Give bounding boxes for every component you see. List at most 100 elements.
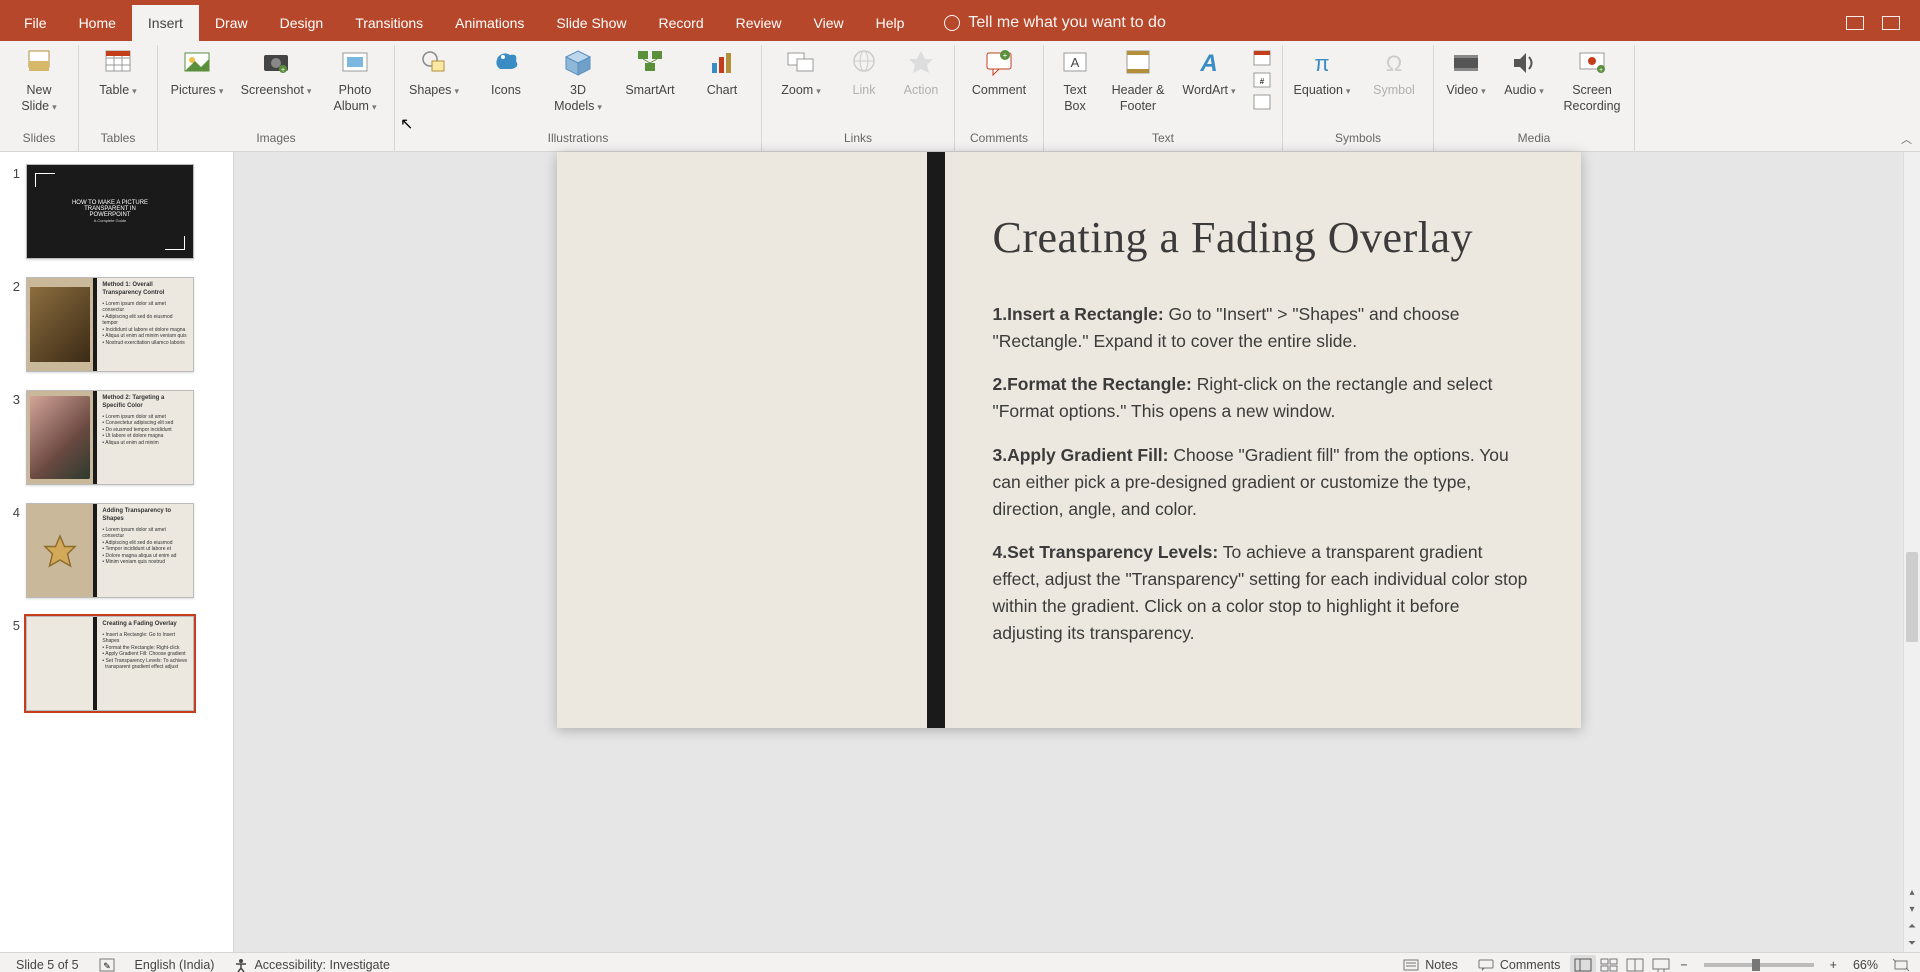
group-slides-label: Slides [23, 129, 56, 149]
zoom-slider-knob[interactable] [1752, 959, 1760, 971]
scrollbar-thumb[interactable] [1906, 552, 1918, 642]
tab-slideshow[interactable]: Slide Show [540, 5, 642, 41]
pictures-button[interactable]: Pictures▾ [168, 47, 226, 99]
zoom-out-button[interactable]: − [1674, 958, 1693, 972]
reading-view-button[interactable] [1622, 955, 1648, 972]
icons-icon [490, 47, 522, 79]
date-time-icon[interactable] [1252, 49, 1272, 69]
3d-models-button[interactable]: 3D Models▾ [549, 47, 607, 114]
slide-thumbnail-4[interactable]: Adding Transparency to Shapes• Lorem ips… [26, 503, 194, 598]
tab-help[interactable]: Help [860, 5, 921, 41]
link-button: Link [844, 47, 884, 99]
slide-counter[interactable]: Slide 5 of 5 [6, 958, 89, 972]
photo-album-button[interactable]: Photo Album▾ [326, 47, 384, 114]
icons-button[interactable]: Icons [477, 47, 535, 99]
tab-transitions[interactable]: Transitions [339, 5, 439, 41]
zoom-in-button[interactable]: + [1824, 958, 1843, 972]
work-area: 1 HOW TO MAKE A PICTURETRANSPARENT INPOW… [0, 152, 1920, 952]
smartart-button[interactable]: SmartArt [621, 47, 679, 99]
screen-recording-button[interactable]: + Screen Recording [1560, 47, 1624, 114]
language-indicator[interactable]: English (India) [125, 958, 225, 972]
accessibility-checker[interactable]: Accessibility: Investigate [224, 958, 399, 972]
slide-sorter-view-button[interactable] [1596, 955, 1622, 972]
slide-thumbnail-3[interactable]: Method 2: Targeting a Specific Color• Lo… [26, 390, 194, 485]
video-button[interactable]: Video▾ [1444, 47, 1488, 99]
new-slide-button[interactable]: New Slide▾ [10, 47, 68, 114]
shapes-button[interactable]: Shapes▾ [405, 47, 463, 99]
table-button[interactable]: Table▾ [89, 47, 147, 99]
audio-button[interactable]: Audio▾ [1502, 47, 1546, 99]
slide-title: Creating a Fading Overlay [993, 212, 1531, 263]
tab-insert[interactable]: Insert [132, 5, 199, 41]
zoom-button[interactable]: Zoom▾ [772, 47, 830, 99]
tab-file[interactable]: File [8, 5, 63, 41]
tab-view[interactable]: View [798, 5, 860, 41]
status-bar: Slide 5 of 5 ✎ English (India) Accessibi… [0, 952, 1920, 972]
scroll-up-icon[interactable]: ▴ [1904, 884, 1920, 901]
slide-number-icon[interactable]: # [1252, 71, 1272, 91]
slide-left-column [557, 152, 927, 728]
svg-text:π: π [1314, 51, 1329, 76]
slide-bullet-3: 3.Apply Gradient Fill: Choose "Gradient … [993, 442, 1531, 523]
comments-icon [1478, 959, 1494, 971]
chart-button[interactable]: Chart [693, 47, 751, 99]
svg-text:A: A [1199, 50, 1217, 77]
collapse-ribbon-button[interactable]: ︿ [1901, 131, 1912, 147]
tab-record[interactable]: Record [642, 5, 719, 41]
slide-thumbnail-panel[interactable]: 1 HOW TO MAKE A PICTURETRANSPARENT INPOW… [0, 152, 234, 952]
fit-to-window-button[interactable] [1888, 955, 1914, 972]
zoom-slider[interactable] [1704, 963, 1814, 967]
ribbon: New Slide▾ Slides Table▾ Tables Pictures… [0, 41, 1920, 152]
notes-icon [1403, 959, 1419, 971]
shapes-icon [418, 47, 450, 79]
comments-pane-icon[interactable] [1882, 16, 1900, 30]
screenshot-button[interactable]: + Screenshot▾ [240, 47, 312, 99]
tell-me-search[interactable]: Tell me what you want to do [944, 5, 1165, 41]
slideshow-view-button[interactable] [1648, 955, 1674, 972]
tab-draw[interactable]: Draw [199, 5, 264, 41]
header-footer-button[interactable]: Header & Footer [1110, 47, 1166, 114]
tell-me-placeholder: Tell me what you want to do [968, 14, 1165, 32]
slide-number: 5 [6, 616, 20, 711]
zoom-slide-icon [785, 47, 817, 79]
tab-animations[interactable]: Animations [439, 5, 540, 41]
spellcheck-icon[interactable]: ✎ [89, 958, 125, 972]
tab-design[interactable]: Design [264, 5, 340, 41]
textbox-icon: A [1059, 47, 1091, 79]
text-box-button[interactable]: A Text Box [1054, 47, 1096, 114]
lightbulb-icon [944, 15, 960, 31]
scroll-down-icon[interactable]: ▾ [1904, 901, 1920, 918]
slide-bullet-4: 4.Set Transparency Levels: To achieve a … [993, 539, 1531, 648]
slide-number: 3 [6, 390, 20, 485]
slide-number: 2 [6, 277, 20, 372]
share-icon[interactable] [1846, 16, 1864, 30]
current-slide[interactable]: Creating a Fading Overlay 1.Insert a Rec… [557, 152, 1581, 728]
screenshot-icon: + [260, 47, 292, 79]
slide-thumbnail-1[interactable]: HOW TO MAKE A PICTURETRANSPARENT INPOWER… [26, 164, 194, 259]
cube-icon [562, 47, 594, 79]
link-icon [848, 47, 880, 79]
vertical-scrollbar[interactable]: ▴ ▾ ⏶ ⏷ [1903, 152, 1920, 952]
tab-home[interactable]: Home [63, 5, 132, 41]
svg-text:+: + [281, 67, 285, 74]
tab-review[interactable]: Review [720, 5, 798, 41]
comments-button[interactable]: Comments [1468, 958, 1570, 972]
group-text-label: Text [1152, 129, 1174, 149]
equation-button[interactable]: π Equation▾ [1293, 47, 1351, 99]
slide-bullet-2: 2.Format the Rectangle: Right-click on t… [993, 371, 1531, 425]
next-slide-icon[interactable]: ⏷ [1904, 935, 1920, 952]
comment-button[interactable]: + Comment [965, 47, 1033, 99]
notes-button[interactable]: Notes [1393, 958, 1468, 972]
slide-canvas-area[interactable]: Creating a Fading Overlay 1.Insert a Rec… [234, 152, 1903, 952]
action-icon [905, 47, 937, 79]
slide-thumbnail-2[interactable]: Method 1: Overall Transparency Control• … [26, 277, 194, 372]
zoom-level[interactable]: 66% [1843, 958, 1888, 972]
normal-view-button[interactable] [1570, 955, 1596, 972]
wordart-button[interactable]: A WordArt▾ [1180, 47, 1238, 99]
prev-slide-icon[interactable]: ⏶ [1904, 918, 1920, 935]
object-icon[interactable] [1252, 93, 1272, 113]
smartart-icon [634, 47, 666, 79]
slide-thumbnail-5[interactable]: Creating a Fading Overlay• Insert a Rect… [26, 616, 194, 711]
wordart-icon: A [1193, 47, 1225, 79]
equation-icon: π [1306, 47, 1338, 79]
